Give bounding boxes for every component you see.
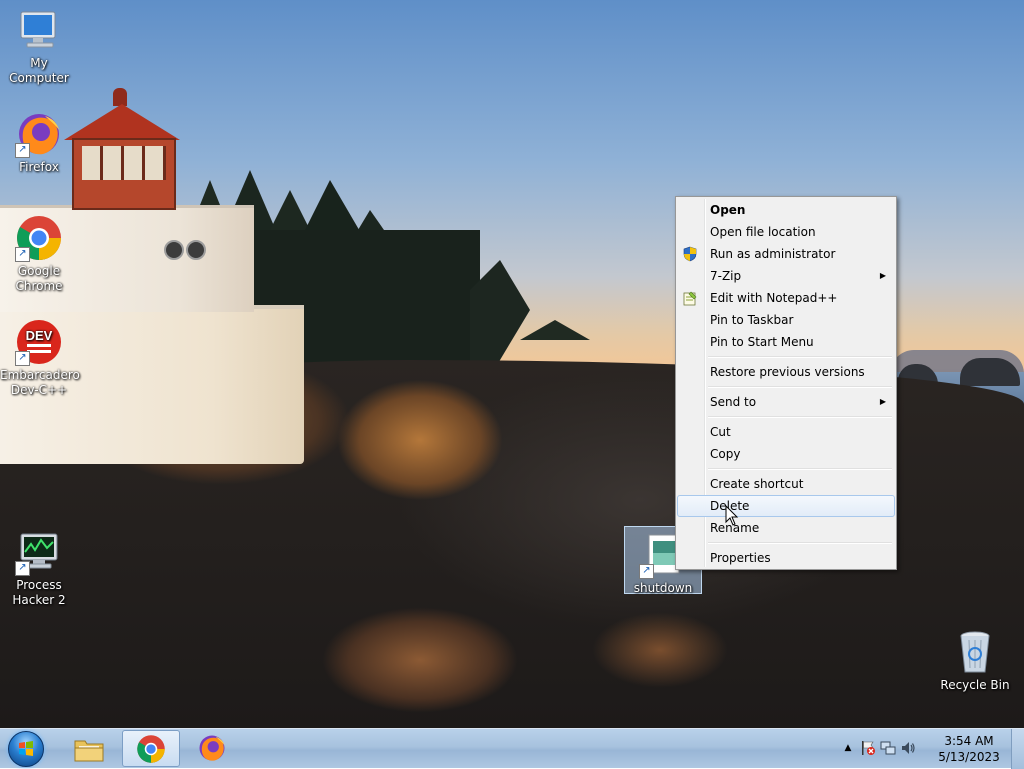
volume-speaker-icon[interactable] bbox=[900, 740, 916, 756]
folder-icon bbox=[74, 740, 104, 762]
menu-item-label: Pin to Taskbar bbox=[710, 313, 794, 327]
chrome-icon: ↗ bbox=[15, 214, 63, 262]
foghorn-left bbox=[164, 240, 184, 260]
desktop-icon-label: Recycle Bin bbox=[940, 678, 1010, 692]
menu-item-copy[interactable]: Copy bbox=[678, 443, 894, 465]
show-desktop-button[interactable] bbox=[1011, 729, 1024, 769]
context-menu: Open Open file location Run as administr… bbox=[675, 196, 897, 570]
process-hacker-icon: ↗ bbox=[15, 528, 63, 576]
menu-item-rename[interactable]: Rename bbox=[678, 517, 894, 539]
menu-item-label: Restore previous versions bbox=[710, 365, 865, 379]
desktop-icon-label: Embarcadero Dev-C++ bbox=[0, 368, 80, 397]
submenu-arrow-icon: ▶ bbox=[879, 397, 886, 406]
menu-item-label: Open bbox=[710, 203, 746, 217]
notepadpp-icon bbox=[682, 290, 698, 306]
desktop-icon-firefox[interactable]: ↗ Firefox bbox=[0, 110, 78, 175]
desktop-icon-my-computer[interactable]: My Computer bbox=[0, 6, 78, 86]
windows-logo-icon bbox=[8, 731, 44, 767]
menu-item-label: 7-Zip bbox=[710, 269, 742, 283]
chrome-icon bbox=[137, 735, 165, 763]
lantern-glass bbox=[82, 146, 166, 180]
desktop-icon-devcpp[interactable]: DEV ↗ Embarcadero Dev-C++ bbox=[0, 318, 80, 398]
show-hidden-icons-chevron-icon[interactable]: ▲ bbox=[840, 740, 856, 756]
menu-item-label: Properties bbox=[710, 551, 771, 565]
computer-icon bbox=[15, 6, 63, 54]
firefox-icon: ↗ bbox=[15, 110, 63, 158]
menu-item-cut[interactable]: Cut bbox=[678, 421, 894, 443]
taskbar-button-firefox[interactable] bbox=[184, 730, 242, 767]
taskbar-clock[interactable]: 3:54 AM 5/13/2023 bbox=[934, 733, 1004, 765]
menu-item-label: Edit with Notepad++ bbox=[710, 291, 838, 305]
lantern-roof bbox=[64, 104, 180, 140]
network-icon[interactable] bbox=[880, 740, 896, 756]
start-button[interactable] bbox=[6, 730, 46, 768]
menu-item-create-shortcut[interactable]: Create shortcut bbox=[678, 473, 894, 495]
shortcut-arrow-icon: ↗ bbox=[15, 143, 30, 158]
desktop-icon-label: Google Chrome bbox=[15, 264, 63, 293]
shortcut-arrow-icon: ↗ bbox=[639, 564, 654, 579]
menu-item-pin-to-taskbar[interactable]: Pin to Taskbar bbox=[678, 309, 894, 331]
desktop-icon-label: shutdown bbox=[633, 581, 693, 595]
menu-item-label: Cut bbox=[710, 425, 731, 439]
desktop-icon-recycle-bin[interactable]: Recycle Bin bbox=[936, 628, 1014, 693]
menu-item-restore-previous-versions[interactable]: Restore previous versions bbox=[678, 361, 894, 383]
taskbar-button-google-chrome[interactable] bbox=[122, 730, 180, 767]
menu-separator bbox=[708, 542, 892, 544]
devcpp-logo-text: DEV bbox=[26, 328, 53, 343]
menu-item-label: Run as administrator bbox=[710, 247, 836, 261]
mouse-cursor-icon bbox=[725, 505, 739, 526]
menu-item-open[interactable]: Open bbox=[678, 199, 894, 221]
shortcut-arrow-icon: ↗ bbox=[15, 247, 30, 262]
firefox-icon bbox=[199, 735, 225, 761]
devcpp-icon: DEV ↗ bbox=[15, 318, 63, 366]
menu-item-edit-with-notepadpp[interactable]: Edit with Notepad++ bbox=[678, 287, 894, 309]
taskbar: ▲ 3:54 AM 5/13/2023 bbox=[0, 728, 1024, 769]
menu-item-label: Create shortcut bbox=[710, 477, 804, 491]
submenu-arrow-icon: ▶ bbox=[879, 271, 886, 280]
desktop-icon-label: My Computer bbox=[9, 56, 69, 85]
lantern-room bbox=[72, 138, 176, 210]
clock-time: 3:54 AM bbox=[944, 734, 994, 748]
uac-shield-icon bbox=[682, 246, 698, 262]
menu-item-label: Copy bbox=[710, 447, 741, 461]
menu-separator bbox=[708, 356, 892, 358]
desktop-icon-google-chrome[interactable]: ↗ Google Chrome bbox=[0, 214, 78, 294]
menu-item-pin-to-start-menu[interactable]: Pin to Start Menu bbox=[678, 331, 894, 353]
menu-item-properties[interactable]: Properties bbox=[678, 547, 894, 569]
system-tray: ▲ 3:54 AM 5/13/2023 bbox=[834, 729, 1024, 769]
shortcut-arrow-icon: ↗ bbox=[15, 351, 30, 366]
shortcut-arrow-icon: ↗ bbox=[15, 561, 30, 576]
menu-item-send-to[interactable]: Send to ▶ bbox=[678, 391, 894, 413]
menu-item-label: Pin to Start Menu bbox=[710, 335, 814, 349]
menu-item-delete[interactable]: Delete bbox=[677, 495, 895, 517]
menu-separator bbox=[708, 386, 892, 388]
desktop-icon-process-hacker[interactable]: ↗ Process Hacker 2 bbox=[0, 528, 78, 608]
menu-separator bbox=[708, 416, 892, 418]
action-center-flag-icon[interactable] bbox=[860, 740, 876, 756]
menu-separator bbox=[708, 468, 892, 470]
recycle-bin-icon bbox=[951, 628, 999, 676]
menu-item-7zip[interactable]: 7-Zip ▶ bbox=[678, 265, 894, 287]
menu-item-label: Send to bbox=[710, 395, 757, 409]
desktop-icon-label: Firefox bbox=[19, 160, 59, 174]
foghorn-right bbox=[186, 240, 206, 260]
menu-item-open-file-location[interactable]: Open file location bbox=[678, 221, 894, 243]
menu-item-run-as-administrator[interactable]: Run as administrator bbox=[678, 243, 894, 265]
clock-date: 5/13/2023 bbox=[938, 750, 1000, 764]
menu-item-label: Open file location bbox=[710, 225, 816, 239]
taskbar-button-windows-explorer[interactable] bbox=[60, 730, 118, 767]
desktop-icon-label: Process Hacker 2 bbox=[12, 578, 66, 607]
